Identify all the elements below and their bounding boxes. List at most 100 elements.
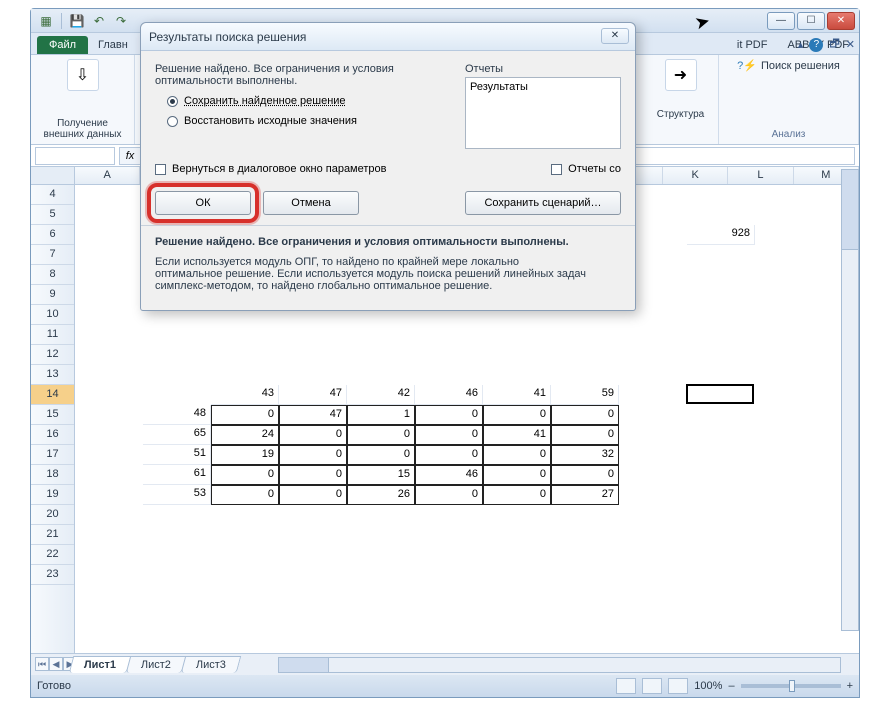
fx-button[interactable]: fx bbox=[119, 147, 141, 165]
cell[interactable]: 0 bbox=[551, 425, 619, 445]
cell[interactable]: 65 bbox=[143, 425, 211, 445]
radio-checked-icon[interactable] bbox=[167, 96, 178, 107]
row-header[interactable]: 19 bbox=[31, 485, 74, 505]
report-item-results[interactable]: Результаты bbox=[470, 81, 616, 93]
close-button[interactable]: ✕ bbox=[827, 12, 855, 30]
cell[interactable]: 15 bbox=[347, 465, 415, 485]
cell[interactable]: 0 bbox=[415, 405, 483, 425]
sheet-tab-2[interactable]: Лист2 bbox=[126, 656, 187, 673]
view-pagebreak-button[interactable] bbox=[668, 678, 688, 694]
cell[interactable]: 47 bbox=[279, 405, 347, 425]
cell[interactable]: 51 bbox=[143, 445, 211, 465]
cell[interactable]: 1 bbox=[347, 405, 415, 425]
row-header[interactable]: 6 bbox=[31, 225, 74, 245]
file-tab[interactable]: Файл bbox=[37, 36, 88, 54]
tab-home[interactable]: Главн bbox=[88, 36, 138, 54]
row-header[interactable]: 10 bbox=[31, 305, 74, 325]
ok-button[interactable]: ОК bbox=[155, 191, 251, 215]
undo-icon[interactable]: ↶ bbox=[90, 12, 108, 30]
cell[interactable]: 41 bbox=[483, 425, 551, 445]
cell[interactable]: 47 bbox=[279, 385, 347, 405]
cell[interactable]: 928 bbox=[687, 225, 755, 245]
cell[interactable]: 26 bbox=[347, 485, 415, 505]
cell[interactable]: 0 bbox=[483, 445, 551, 465]
redo-icon[interactable]: ↷ bbox=[112, 12, 130, 30]
cell[interactable]: 32 bbox=[551, 445, 619, 465]
cancel-button[interactable]: Отмена bbox=[263, 191, 359, 215]
row-header[interactable]: 12 bbox=[31, 345, 74, 365]
row-header[interactable]: 16 bbox=[31, 425, 74, 445]
view-normal-button[interactable] bbox=[616, 678, 636, 694]
solver-button[interactable]: ?⚡ Поиск решения bbox=[737, 59, 840, 72]
row-header[interactable]: 17 bbox=[31, 445, 74, 465]
row-header[interactable]: 9 bbox=[31, 285, 74, 305]
external-data-icon[interactable]: ⇩ bbox=[67, 59, 99, 91]
cell[interactable]: 19 bbox=[211, 445, 279, 465]
vertical-scrollbar[interactable] bbox=[841, 169, 859, 631]
cell[interactable]: 59 bbox=[551, 385, 619, 405]
horizontal-scrollbar[interactable] bbox=[278, 657, 841, 673]
row-header[interactable]: 8 bbox=[31, 265, 74, 285]
checkbox-icon[interactable] bbox=[551, 164, 562, 175]
cell[interactable]: 0 bbox=[279, 485, 347, 505]
select-all-corner[interactable] bbox=[31, 167, 75, 185]
row-headers[interactable]: 4567891011121314151617181920212223 bbox=[31, 185, 75, 653]
nav-prev-icon[interactable]: ◀ bbox=[49, 657, 63, 671]
reports-listbox[interactable]: Результаты bbox=[465, 77, 621, 149]
cell[interactable]: 0 bbox=[415, 485, 483, 505]
cell[interactable]: 0 bbox=[483, 405, 551, 425]
window-restore-icon[interactable]: 🗗 bbox=[829, 35, 839, 54]
cell[interactable]: 0 bbox=[279, 465, 347, 485]
checkbox-return-to-dialog[interactable]: Вернуться в диалоговое окно параметров bbox=[155, 163, 387, 175]
cell[interactable]: 43 bbox=[211, 385, 279, 405]
hscroll-thumb[interactable] bbox=[279, 658, 329, 672]
dialog-titlebar[interactable]: Результаты поиска решения ✕ bbox=[141, 23, 635, 51]
row-header[interactable]: 20 bbox=[31, 505, 74, 525]
structure-icon[interactable]: ➜ bbox=[665, 59, 697, 91]
tab-it-pdf[interactable]: it PDF bbox=[727, 36, 778, 54]
save-icon[interactable]: 💾 bbox=[68, 12, 86, 30]
cell[interactable]: 0 bbox=[279, 445, 347, 465]
row-header[interactable]: 13 bbox=[31, 365, 74, 385]
row-header[interactable]: 22 bbox=[31, 545, 74, 565]
help-icon[interactable]: ? bbox=[809, 38, 823, 52]
row-header[interactable]: 23 bbox=[31, 565, 74, 585]
cell[interactable]: 46 bbox=[415, 385, 483, 405]
zoom-thumb[interactable] bbox=[789, 680, 795, 692]
row-header[interactable]: 11 bbox=[31, 325, 74, 345]
cell[interactable]: 24 bbox=[211, 425, 279, 445]
cell[interactable]: 0 bbox=[279, 425, 347, 445]
cell[interactable]: 0 bbox=[415, 445, 483, 465]
maximize-button[interactable]: ☐ bbox=[797, 12, 825, 30]
row-header[interactable]: 4 bbox=[31, 185, 74, 205]
zoom-percent[interactable]: 100% bbox=[694, 680, 722, 692]
cell[interactable]: 0 bbox=[211, 405, 279, 425]
row-header[interactable]: 7 bbox=[31, 245, 74, 265]
vscroll-thumb[interactable] bbox=[842, 170, 858, 250]
row-header[interactable]: 21 bbox=[31, 525, 74, 545]
row-header[interactable]: 15 bbox=[31, 405, 74, 425]
cell[interactable]: 0 bbox=[211, 465, 279, 485]
name-box[interactable] bbox=[35, 147, 115, 165]
minimize-button[interactable]: — bbox=[767, 12, 795, 30]
cell[interactable]: 61 bbox=[143, 465, 211, 485]
nav-first-icon[interactable]: ⏮ bbox=[35, 657, 49, 671]
column-header[interactable]: L bbox=[728, 167, 793, 184]
cell[interactable]: 0 bbox=[347, 445, 415, 465]
cell[interactable]: 41 bbox=[483, 385, 551, 405]
cell[interactable]: 27 bbox=[551, 485, 619, 505]
checkbox-reports-with[interactable]: Отчеты со bbox=[551, 163, 621, 175]
save-scenario-button[interactable]: Сохранить сценарий… bbox=[465, 191, 621, 215]
zoom-out-button[interactable]: – bbox=[728, 680, 734, 692]
row-header[interactable]: 14 bbox=[31, 385, 74, 405]
row-header[interactable]: 5 bbox=[31, 205, 74, 225]
cell[interactable]: 42 bbox=[347, 385, 415, 405]
zoom-in-button[interactable]: + bbox=[847, 680, 853, 692]
minimize-ribbon-icon[interactable]: ▴ bbox=[798, 38, 804, 51]
radio-unchecked-icon[interactable] bbox=[167, 116, 178, 127]
dialog-close-button[interactable]: ✕ bbox=[601, 28, 629, 44]
cell[interactable]: 48 bbox=[143, 405, 211, 425]
cell[interactable]: 53 bbox=[143, 485, 211, 505]
cell[interactable]: 0 bbox=[551, 405, 619, 425]
sheet-tab-1[interactable]: Лист1 bbox=[69, 656, 132, 673]
